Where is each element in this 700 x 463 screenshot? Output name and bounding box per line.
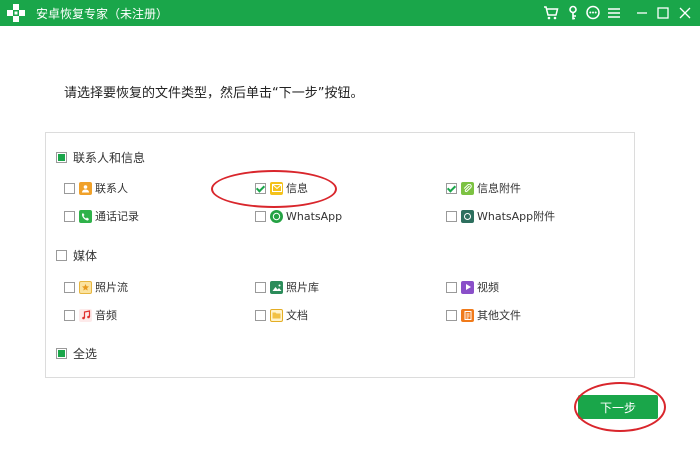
- item-label: WhatsApp附件: [477, 210, 556, 223]
- messages-icon: [270, 181, 283, 195]
- section-checkbox[interactable]: [56, 249, 67, 261]
- chat-icon[interactable]: [585, 4, 601, 22]
- item-label: 通话记录: [95, 210, 139, 223]
- item-label: 音频: [95, 309, 117, 322]
- select-all[interactable]: 全选: [56, 345, 97, 361]
- menu-icon[interactable]: [606, 4, 622, 22]
- section-label: 联系人和信息: [73, 150, 146, 165]
- checkbox[interactable]: [446, 210, 457, 222]
- checkbox[interactable]: [64, 210, 75, 222]
- contacts-icon: [79, 181, 92, 195]
- select-all-label: 全选: [73, 346, 98, 361]
- checkbox[interactable]: [446, 309, 457, 321]
- audio-icon: [79, 308, 92, 322]
- checkbox[interactable]: [255, 309, 266, 321]
- item-label: 视频: [477, 281, 499, 294]
- item-label: 照片流: [95, 281, 128, 294]
- photo-stream-icon: [79, 280, 92, 294]
- title-bar: 安卓恢复专家（未注册）: [0, 0, 700, 26]
- call-log-icon: [79, 209, 92, 223]
- checkbox[interactable]: [255, 210, 266, 222]
- close-icon[interactable]: [677, 4, 693, 22]
- item-video[interactable]: 视频: [446, 279, 499, 295]
- select-all-checkbox[interactable]: [56, 347, 67, 359]
- item-call-log[interactable]: 通话记录: [64, 208, 139, 224]
- item-document[interactable]: 文档: [255, 307, 308, 323]
- section-media[interactable]: 媒体: [56, 247, 97, 263]
- item-contacts[interactable]: 联系人: [64, 180, 128, 196]
- checkbox[interactable]: [64, 281, 75, 293]
- message-attachments-icon: [461, 181, 474, 195]
- item-label: WhatsApp: [286, 209, 343, 223]
- document-icon: [270, 308, 283, 322]
- app-title: 安卓恢复专家（未注册）: [36, 7, 169, 21]
- checkbox[interactable]: [64, 182, 75, 194]
- item-label: 信息: [286, 182, 308, 195]
- checkbox[interactable]: [255, 281, 266, 293]
- video-icon: [461, 280, 474, 294]
- next-button[interactable]: 下一步: [578, 395, 658, 419]
- minimize-icon[interactable]: [634, 4, 650, 22]
- item-message-attachments[interactable]: 信息附件: [446, 180, 521, 196]
- item-label: 其他文件: [477, 309, 521, 322]
- section-label: 媒体: [73, 248, 98, 263]
- other-files-icon: [461, 308, 474, 322]
- item-label: 联系人: [95, 182, 128, 195]
- item-photo-library[interactable]: 照片库: [255, 279, 319, 295]
- item-messages[interactable]: 信息: [255, 180, 308, 196]
- checkbox[interactable]: [446, 182, 457, 194]
- section-checkbox[interactable]: [56, 151, 67, 163]
- maximize-icon[interactable]: [655, 4, 671, 22]
- item-other-files[interactable]: 其他文件: [446, 307, 521, 323]
- checkbox[interactable]: [446, 281, 457, 293]
- item-whatsapp-attachments[interactable]: WhatsApp附件: [446, 208, 555, 224]
- file-type-panel: 联系人和信息 联系人 信息 信息附件 通话记录 WhatsApp WhatsAp…: [45, 132, 635, 378]
- checkbox[interactable]: [255, 182, 266, 194]
- item-label: 照片库: [286, 281, 319, 294]
- item-whatsapp[interactable]: WhatsApp: [255, 208, 342, 224]
- item-label: 文档: [286, 309, 308, 322]
- key-icon[interactable]: [565, 4, 581, 22]
- instruction-text: 请选择要恢复的文件类型，然后单击“下一步”按钮。: [64, 86, 364, 101]
- whatsapp-icon: [270, 209, 283, 223]
- cart-icon[interactable]: [543, 4, 559, 22]
- whatsapp-attachments-icon: [461, 209, 474, 223]
- app-logo-icon: [7, 4, 25, 22]
- checkbox[interactable]: [64, 309, 75, 321]
- item-label: 信息附件: [477, 182, 521, 195]
- item-photo-stream[interactable]: 照片流: [64, 279, 128, 295]
- photo-library-icon: [270, 280, 283, 294]
- section-contacts-messages[interactable]: 联系人和信息: [56, 149, 145, 165]
- item-audio[interactable]: 音频: [64, 307, 117, 323]
